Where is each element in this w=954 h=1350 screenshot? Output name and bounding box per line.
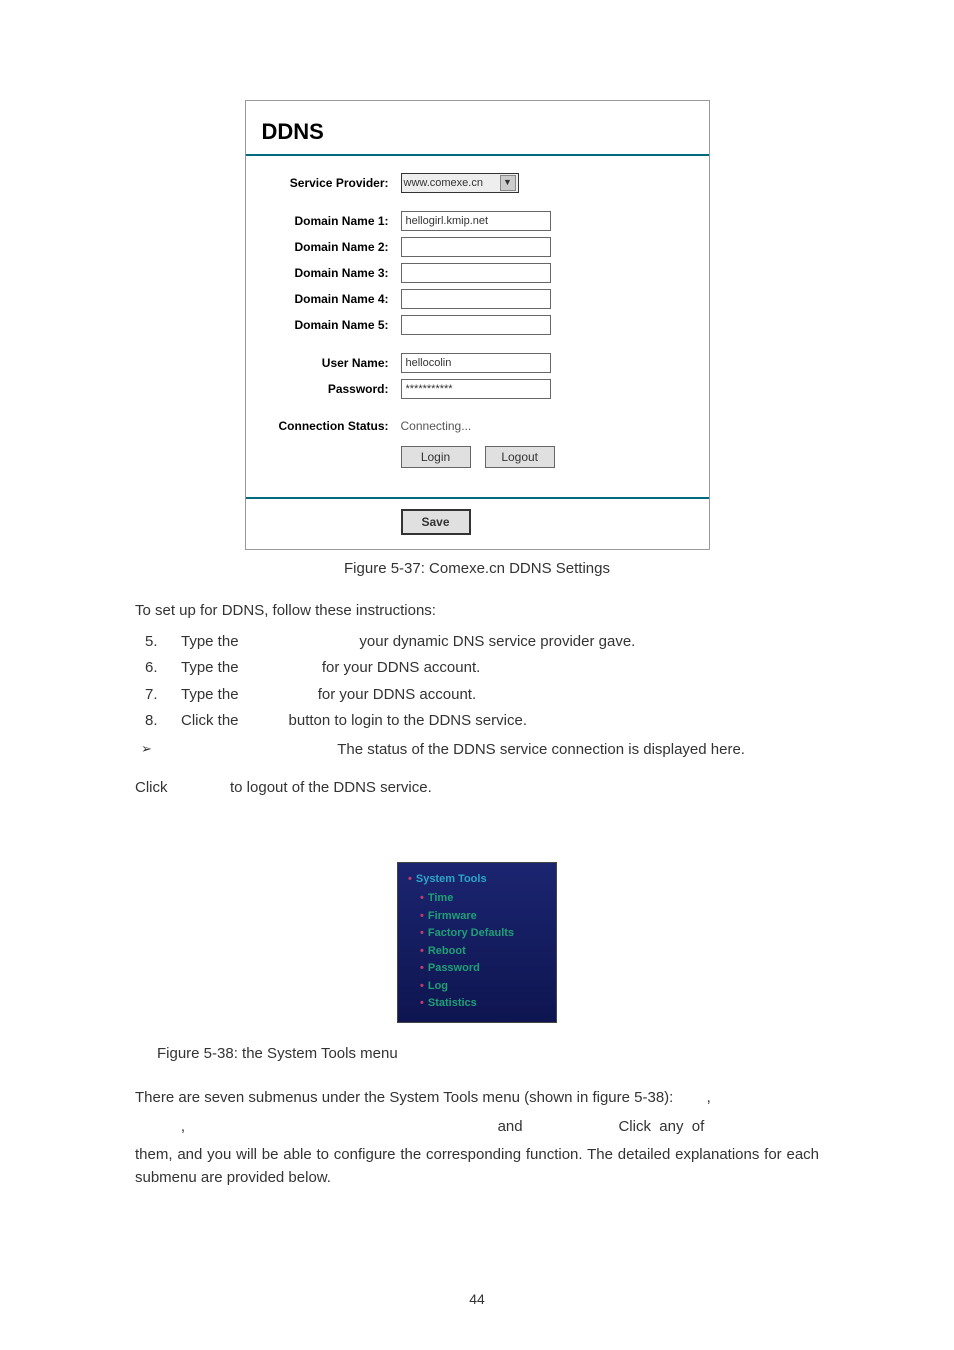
login-button[interactable]: Login [401,446,471,468]
input-domain-1[interactable] [401,211,551,231]
bullet-icon: ➢ [135,739,175,762]
label-user: User Name: [246,354,401,372]
bullet-icon: • [420,980,424,992]
menu-item[interactable]: • Password [408,959,546,977]
bullet-icon: • [420,945,424,957]
list-item: 5.Type the your dynamic DNS service prov… [135,629,819,656]
list-item: 8.Click the button to login to the DDNS … [135,708,819,735]
paragraph-line-2: , and Click any of [135,1116,819,1139]
step-number: 8. [135,710,181,733]
label-domain-4: Domain Name 4: [246,290,401,308]
input-password[interactable] [401,379,551,399]
figure-38-caption: Figure 5-38: the System Tools menu [135,1043,819,1066]
divider [246,497,709,499]
menu-top[interactable]: • System Tools [408,871,546,890]
menu-item-label: Statistics [428,997,477,1009]
step-number: 6. [135,657,181,680]
steps-list: 5.Type the your dynamic DNS service prov… [135,629,819,735]
input-domain-3[interactable] [401,263,551,283]
list-item: 6.Type the for your DDNS account. [135,655,819,682]
step-text: Type the your dynamic DNS service provid… [181,631,635,654]
label-domain-2: Domain Name 2: [246,238,401,256]
menu-item[interactable]: • Factory Defaults [408,924,546,942]
save-button[interactable]: Save [401,509,471,535]
page-number: 44 [0,1289,954,1310]
label-password: Password: [246,380,401,398]
system-tools-menu: • System Tools • Time • Firmware • Factory D… [397,862,557,1023]
menu-item[interactable]: • Statistics [408,994,546,1012]
logout-button[interactable]: Logout [485,446,555,468]
ddns-panel-title: DDNS [246,101,709,154]
label-domain-3: Domain Name 3: [246,264,401,282]
menu-item[interactable]: • Time [408,889,546,907]
step-text: Type the for your DDNS account. [181,657,480,680]
menu-item[interactable]: • Reboot [408,942,546,960]
paragraph-line-1: There are seven submenus under the Syste… [135,1087,819,1110]
menu-top-label: System Tools [416,873,487,885]
menu-item-label: Log [428,980,448,992]
figure-37-caption: Figure 5-37: Comexe.cn DDNS Settings [135,558,819,581]
select-service-provider[interactable]: www.comexe.cn ▼ [401,173,519,193]
divider [246,154,709,156]
menu-item[interactable]: • Log [408,977,546,995]
chevron-down-icon[interactable]: ▼ [500,175,516,191]
menu-item-label: Firmware [428,910,477,922]
step-number: 5. [135,631,181,654]
label-domain-5: Domain Name 5: [246,316,401,334]
instructions-intro: To set up for DDNS, follow these instruc… [135,600,819,623]
list-item: 7.Type the for your DDNS account. [135,682,819,709]
label-service-provider: Service Provider: [246,174,401,192]
bullet-row: ➢ The status of the DDNS service connect… [135,737,819,772]
input-domain-5[interactable] [401,315,551,335]
step-number: 7. [135,684,181,707]
ddns-panel: DDNS Service Provider: www.comexe.cn ▼ D… [245,100,710,550]
menu-item-label: Factory Defaults [428,927,514,939]
step-text: Type the for your DDNS account. [181,684,476,707]
logout-instruction: Click to logout of the DDNS service. [135,777,819,800]
bullet-icon: • [420,892,424,904]
menu-item-label: Time [428,892,453,904]
bullet-text: The status of the DDNS service connectio… [175,739,745,762]
bullet-icon: • [420,997,424,1009]
input-domain-4[interactable] [401,289,551,309]
select-service-provider-value: www.comexe.cn [404,175,483,192]
input-user[interactable] [401,353,551,373]
paragraph-line-3: them, and you will be able to configure … [135,1144,819,1189]
conn-status-value: Connecting... [401,417,472,435]
label-conn-status: Connection Status: [246,417,401,435]
bullet-icon: • [420,927,424,939]
label-domain-1: Domain Name 1: [246,212,401,230]
menu-item-label: Reboot [428,945,466,957]
bullet-icon: • [408,873,412,885]
input-domain-2[interactable] [401,237,551,257]
menu-item[interactable]: • Firmware [408,907,546,925]
bullet-icon: • [420,962,424,974]
bullet-icon: • [420,910,424,922]
step-text: Click the button to login to the DDNS se… [181,710,527,733]
menu-item-label: Password [428,962,480,974]
